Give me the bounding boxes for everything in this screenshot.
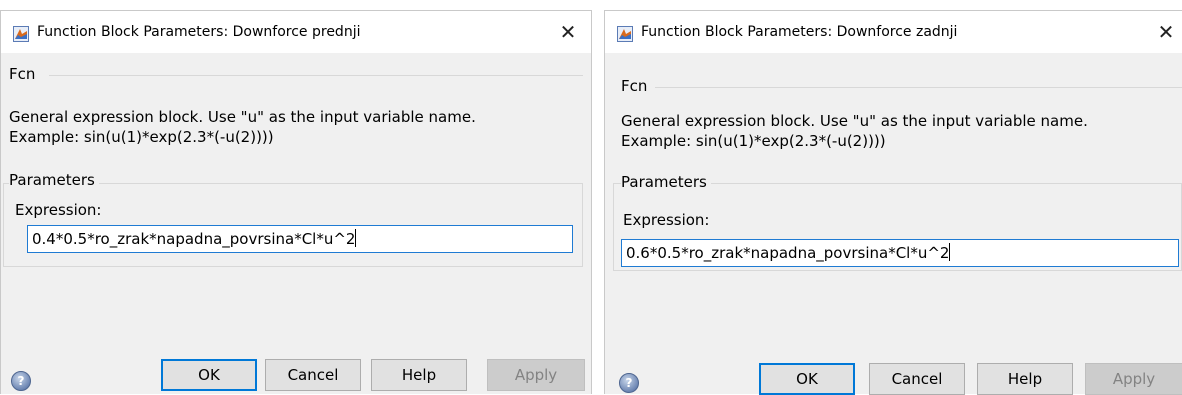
help-icon[interactable]: ? [619,373,639,393]
expression-value: 0.4*0.5*ro_zrak*napadna_povrsina*Cl*u^2 [32,230,356,248]
simulink-block-icon [13,26,29,42]
description-line-1: General expression block. Use "u" as the… [621,112,1088,130]
fcn-group-divider [49,75,583,76]
expression-input[interactable]: 0.6*0.5*ro_zrak*napadna_povrsina*Cl*u^2 [621,239,1179,267]
description-line-1: General expression block. Use "u" as the… [9,108,476,126]
expression-label: Expression: [623,211,710,229]
text-caret [949,243,951,261]
fcn-group-divider [655,87,1182,88]
ok-button[interactable]: OK [161,359,257,391]
window-title: Function Block Parameters: Downforce pre… [37,24,361,40]
title-bar[interactable]: Function Block Parameters: Downforce zad… [605,11,1182,53]
close-icon[interactable]: ✕ [555,19,581,45]
description-line-2: Example: sin(u(1)*exp(2.3*(-u(2)))) [621,132,886,150]
window-title: Function Block Parameters: Downforce zad… [641,24,958,40]
cancel-button[interactable]: Cancel [265,359,361,391]
parameters-group-title: Parameters [9,171,99,189]
help-button[interactable]: Help [371,359,467,391]
ok-button[interactable]: OK [759,363,855,395]
block-type-label: Fcn [621,77,652,95]
help-button[interactable]: Help [977,363,1073,395]
function-block-parameters-dialog-prednji: Function Block Parameters: Downforce pre… [0,10,592,394]
parameters-group-title: Parameters [621,173,711,191]
text-caret [355,229,357,247]
expression-label: Expression: [15,201,102,219]
apply-button[interactable]: Apply [487,359,585,391]
cancel-button[interactable]: Cancel [869,363,965,395]
expression-input[interactable]: 0.4*0.5*ro_zrak*napadna_povrsina*Cl*u^2 [27,225,573,253]
expression-value: 0.6*0.5*ro_zrak*napadna_povrsina*Cl*u^2 [626,244,950,262]
block-type-label: Fcn [9,65,40,83]
function-block-parameters-dialog-zadnji: Function Block Parameters: Downforce zad… [604,10,1182,395]
apply-button[interactable]: Apply [1085,363,1182,395]
close-icon[interactable]: ✕ [1153,19,1179,45]
simulink-block-icon [617,26,633,42]
title-bar[interactable]: Function Block Parameters: Downforce pre… [1,11,591,53]
description-line-2: Example: sin(u(1)*exp(2.3*(-u(2)))) [9,128,274,146]
help-icon[interactable]: ? [11,371,31,391]
